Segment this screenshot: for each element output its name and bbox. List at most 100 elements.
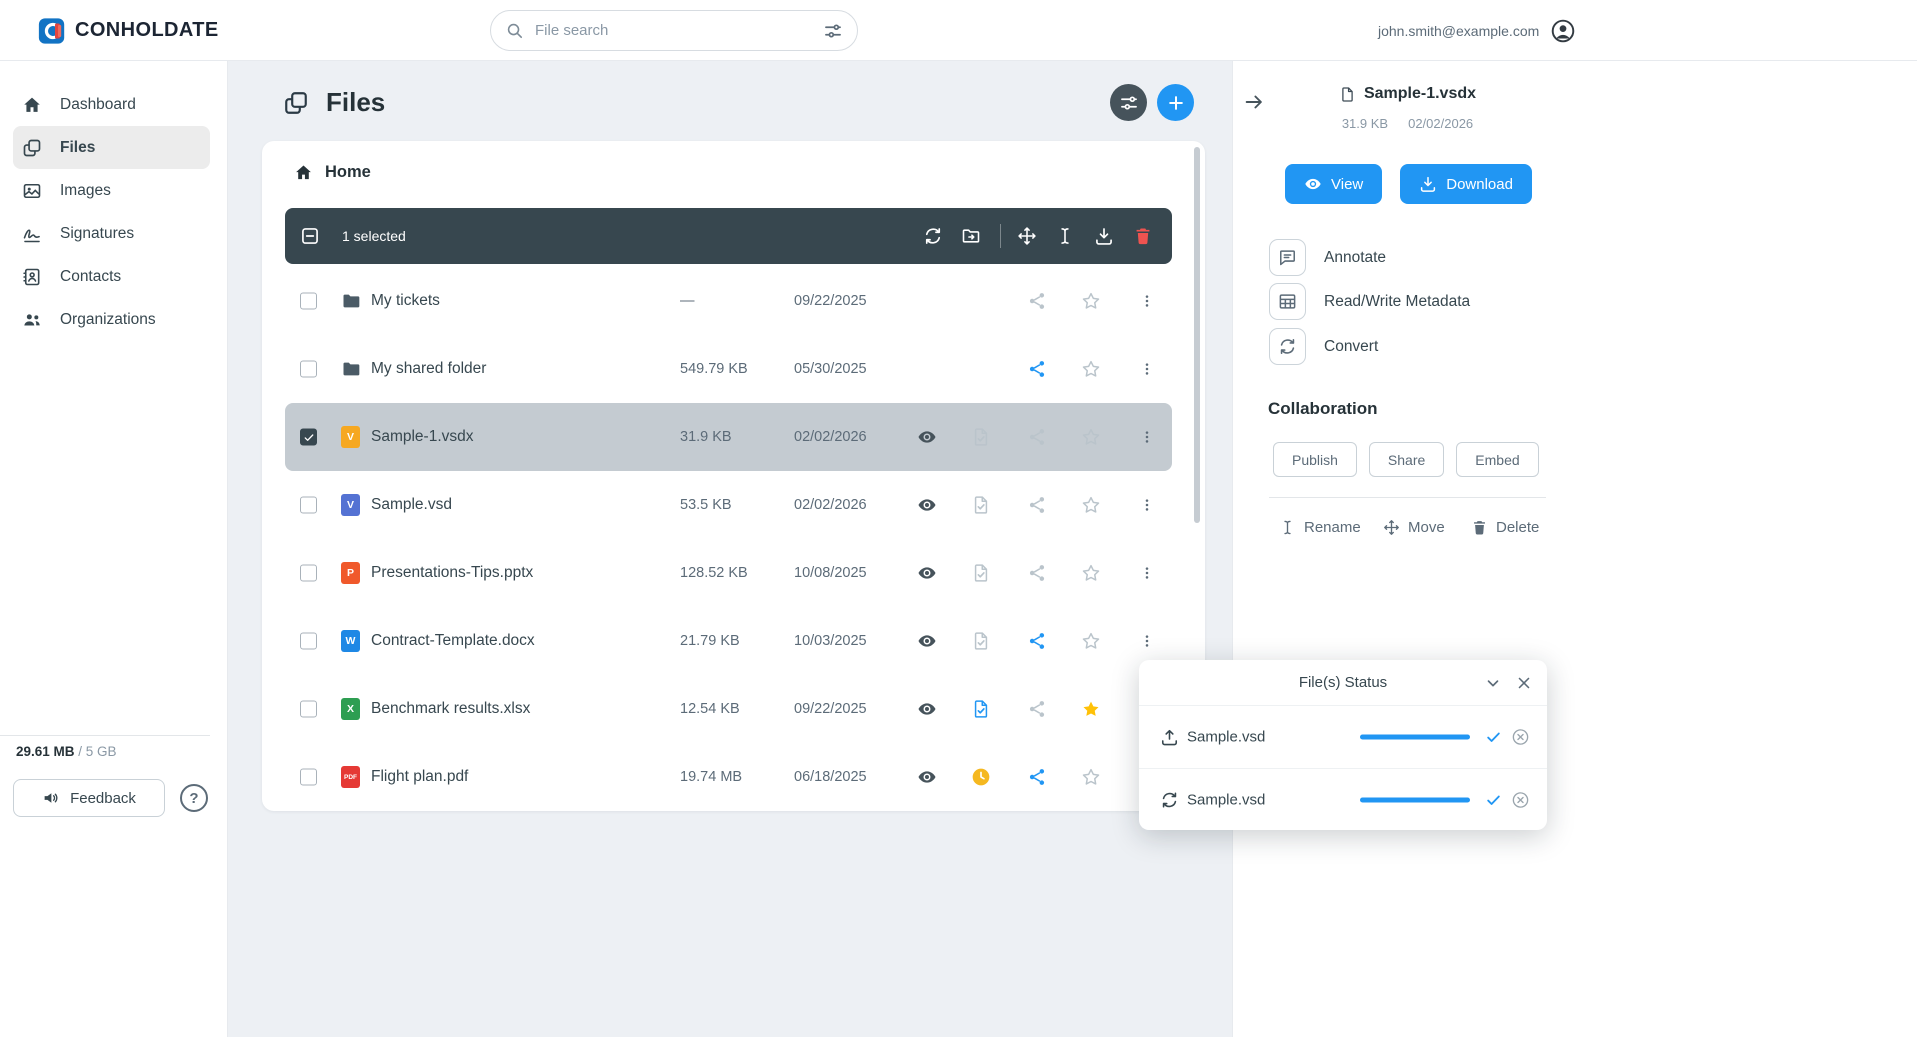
avatar[interactable]: [1550, 18, 1576, 44]
sidebar-nav: Dashboard Files Images Signatures Contac…: [0, 61, 227, 341]
pending-clock-icon[interactable]: [971, 767, 991, 787]
share-icon[interactable]: [1027, 291, 1047, 311]
share-icon[interactable]: [1027, 767, 1047, 787]
row-checkbox[interactable]: [300, 700, 317, 718]
table-row[interactable]: P Presentations-Tips.pptx 128.52 KB 10/08/2…: [285, 539, 1172, 607]
file-converted-icon[interactable]: [971, 699, 991, 719]
publish-button[interactable]: Publish: [1273, 442, 1357, 477]
share-icon[interactable]: [1027, 427, 1047, 447]
file-status-icon[interactable]: [971, 631, 991, 651]
account-area[interactable]: john.smith@example.com: [1378, 0, 1576, 61]
sidebar-item-images[interactable]: Images: [13, 169, 210, 212]
share-icon[interactable]: [1027, 495, 1047, 515]
collapse-panel-button[interactable]: [1243, 91, 1265, 113]
table-row[interactable]: V Sample.vsd 53.5 KB 02/02/2026: [285, 471, 1172, 539]
file-date: 06/18/2025: [794, 769, 867, 785]
download-button[interactable]: [1094, 226, 1114, 246]
preview-eye-icon[interactable]: [917, 427, 937, 447]
table-row[interactable]: My shared folder 549.79 KB 05/30/2025: [285, 335, 1172, 403]
file-status-icon[interactable]: [971, 563, 991, 583]
row-checkbox[interactable]: [300, 632, 317, 650]
sidebar-item-contacts[interactable]: Contacts: [13, 255, 210, 298]
table-row[interactable]: My tickets — 09/22/2025: [285, 267, 1172, 335]
file-status-icon[interactable]: [971, 427, 991, 447]
move-to-folder-button[interactable]: [961, 226, 981, 246]
file-size: 12.54 KB: [680, 701, 740, 717]
kebab-menu-icon[interactable]: [1139, 427, 1155, 447]
annotate-action[interactable]: Annotate: [1269, 239, 1386, 276]
filter-button[interactable]: [1110, 84, 1147, 121]
table-row[interactable]: PDF Flight plan.pdf 19.74 MB 06/18/2025: [285, 743, 1172, 811]
share-icon[interactable]: [1027, 359, 1047, 379]
row-checkbox[interactable]: [300, 428, 317, 446]
kebab-menu-icon[interactable]: [1139, 291, 1155, 311]
move-label: Move: [1408, 519, 1445, 536]
preview-eye-icon[interactable]: [917, 631, 937, 651]
delete-button[interactable]: [1133, 226, 1153, 246]
chevron-down-icon[interactable]: [1484, 674, 1502, 692]
table-row[interactable]: X Benchmark results.xlsx 12.54 KB 09/22/202…: [285, 675, 1172, 743]
move-action[interactable]: Move: [1383, 519, 1445, 536]
close-icon[interactable]: [1515, 674, 1533, 692]
file-status-header: File(s) Status: [1139, 660, 1547, 706]
feedback-button[interactable]: Feedback: [13, 779, 165, 817]
cancel-circle-icon[interactable]: [1511, 728, 1530, 747]
kebab-menu-icon[interactable]: [1139, 563, 1155, 583]
storage-usage: 29.61 MB / 5 GB: [16, 744, 117, 759]
share-icon[interactable]: [1027, 563, 1047, 583]
scrollbar-thumb[interactable]: [1194, 147, 1200, 523]
preview-eye-icon[interactable]: [917, 699, 937, 719]
preview-eye-icon[interactable]: [917, 563, 937, 583]
cancel-circle-icon[interactable]: [1511, 790, 1530, 809]
row-checkbox[interactable]: [300, 496, 317, 514]
detail-download-button[interactable]: Download: [1400, 164, 1532, 204]
view-button[interactable]: View: [1285, 164, 1383, 204]
file-status-icon[interactable]: [971, 495, 991, 515]
star-icon[interactable]: [1081, 427, 1101, 447]
kebab-menu-icon[interactable]: [1139, 631, 1155, 651]
rename-action[interactable]: Rename: [1279, 519, 1361, 536]
move-button[interactable]: [1017, 226, 1037, 246]
search-bar[interactable]: [490, 10, 858, 51]
breadcrumb[interactable]: Home: [294, 163, 371, 182]
file-type-icon: X: [341, 698, 360, 720]
star-icon[interactable]: [1081, 359, 1101, 379]
preview-eye-icon[interactable]: [917, 495, 937, 515]
convert-action[interactable]: Convert: [1269, 328, 1378, 365]
star-icon[interactable]: [1081, 495, 1101, 515]
kebab-menu-icon[interactable]: [1139, 359, 1155, 379]
search-input[interactable]: [535, 22, 812, 39]
table-row[interactable]: W Contract-Template.docx 21.79 KB 10/03/202…: [285, 607, 1172, 675]
search-filter-icon[interactable]: [823, 21, 843, 41]
row-checkbox[interactable]: [300, 768, 317, 786]
embed-button[interactable]: Embed: [1456, 442, 1539, 477]
preview-eye-icon[interactable]: [917, 767, 937, 787]
star-icon[interactable]: [1081, 767, 1101, 787]
rename-button[interactable]: [1055, 226, 1075, 246]
add-button[interactable]: [1157, 84, 1194, 121]
row-checkbox[interactable]: [300, 360, 317, 378]
table-row[interactable]: V Sample-1.vsdx 31.9 KB 02/02/2026: [285, 403, 1172, 471]
share-icon[interactable]: [1027, 699, 1047, 719]
file-name: Flight plan.pdf: [371, 768, 469, 785]
star-icon[interactable]: [1081, 699, 1101, 719]
brand-logo-icon: [37, 16, 67, 46]
metadata-action[interactable]: Read/Write Metadata: [1269, 283, 1470, 320]
share-button[interactable]: Share: [1368, 442, 1445, 477]
star-icon[interactable]: [1081, 291, 1101, 311]
help-button[interactable]: ?: [180, 784, 208, 812]
kebab-menu-icon[interactable]: [1139, 495, 1155, 515]
row-checkbox[interactable]: [300, 292, 317, 310]
sidebar-item-signatures[interactable]: Signatures: [13, 212, 210, 255]
sidebar-item-dashboard[interactable]: Dashboard: [13, 83, 210, 126]
refresh-button[interactable]: [923, 226, 943, 246]
sidebar-item-organizations[interactable]: Organizations: [13, 298, 210, 341]
select-all-checkbox[interactable]: [300, 226, 320, 246]
row-checkbox[interactable]: [300, 564, 317, 582]
sidebar-item-files[interactable]: Files: [13, 126, 210, 169]
star-icon[interactable]: [1081, 563, 1101, 583]
star-icon[interactable]: [1081, 631, 1101, 651]
share-icon[interactable]: [1027, 631, 1047, 651]
delete-action[interactable]: Delete: [1471, 519, 1539, 536]
brand[interactable]: CONHOLDATE: [37, 0, 219, 61]
